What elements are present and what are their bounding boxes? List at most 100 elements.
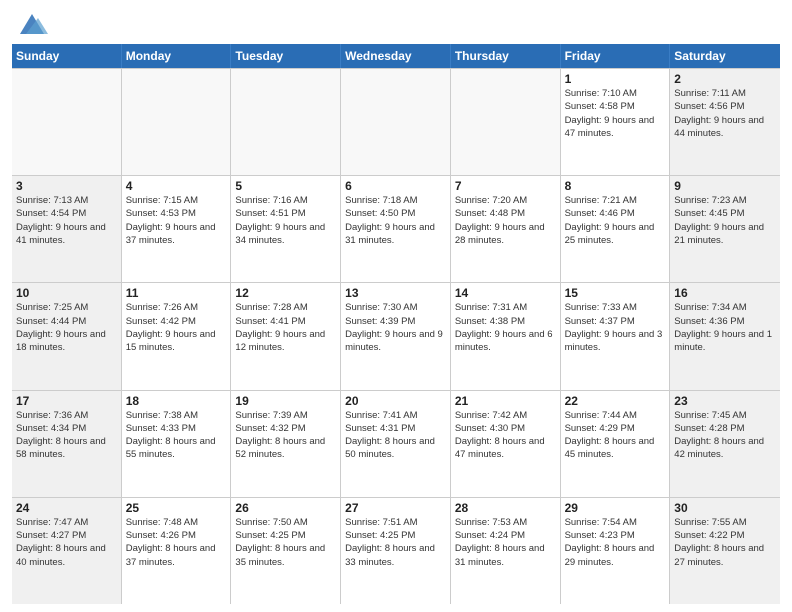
- logo-icon: [16, 10, 48, 38]
- day-cell-21: 21Sunrise: 7:42 AM Sunset: 4:30 PM Dayli…: [451, 391, 561, 497]
- weekday-header-tuesday: Tuesday: [231, 44, 341, 68]
- day-cell-28: 28Sunrise: 7:53 AM Sunset: 4:24 PM Dayli…: [451, 498, 561, 604]
- day-cell-13: 13Sunrise: 7:30 AM Sunset: 4:39 PM Dayli…: [341, 283, 451, 389]
- day-cell-17: 17Sunrise: 7:36 AM Sunset: 4:34 PM Dayli…: [12, 391, 122, 497]
- day-info: Sunrise: 7:23 AM Sunset: 4:45 PM Dayligh…: [674, 194, 776, 247]
- day-info: Sunrise: 7:44 AM Sunset: 4:29 PM Dayligh…: [565, 409, 666, 462]
- day-number: 11: [126, 286, 227, 300]
- day-cell-27: 27Sunrise: 7:51 AM Sunset: 4:25 PM Dayli…: [341, 498, 451, 604]
- day-info: Sunrise: 7:26 AM Sunset: 4:42 PM Dayligh…: [126, 301, 227, 354]
- day-info: Sunrise: 7:50 AM Sunset: 4:25 PM Dayligh…: [235, 516, 336, 569]
- day-number: 30: [674, 501, 776, 515]
- weekday-header-wednesday: Wednesday: [341, 44, 451, 68]
- day-cell-11: 11Sunrise: 7:26 AM Sunset: 4:42 PM Dayli…: [122, 283, 232, 389]
- day-cell-18: 18Sunrise: 7:38 AM Sunset: 4:33 PM Dayli…: [122, 391, 232, 497]
- weekday-header-friday: Friday: [561, 44, 671, 68]
- day-info: Sunrise: 7:28 AM Sunset: 4:41 PM Dayligh…: [235, 301, 336, 354]
- day-cell-24: 24Sunrise: 7:47 AM Sunset: 4:27 PM Dayli…: [12, 498, 122, 604]
- day-number: 9: [674, 179, 776, 193]
- week-row-3: 10Sunrise: 7:25 AM Sunset: 4:44 PM Dayli…: [12, 282, 780, 389]
- day-info: Sunrise: 7:38 AM Sunset: 4:33 PM Dayligh…: [126, 409, 227, 462]
- week-row-4: 17Sunrise: 7:36 AM Sunset: 4:34 PM Dayli…: [12, 390, 780, 497]
- calendar-body: 1Sunrise: 7:10 AM Sunset: 4:58 PM Daylig…: [12, 68, 780, 604]
- day-info: Sunrise: 7:48 AM Sunset: 4:26 PM Dayligh…: [126, 516, 227, 569]
- day-info: Sunrise: 7:20 AM Sunset: 4:48 PM Dayligh…: [455, 194, 556, 247]
- week-row-2: 3Sunrise: 7:13 AM Sunset: 4:54 PM Daylig…: [12, 175, 780, 282]
- day-info: Sunrise: 7:33 AM Sunset: 4:37 PM Dayligh…: [565, 301, 666, 354]
- day-info: Sunrise: 7:41 AM Sunset: 4:31 PM Dayligh…: [345, 409, 446, 462]
- empty-cell: [451, 69, 561, 175]
- day-cell-8: 8Sunrise: 7:21 AM Sunset: 4:46 PM Daylig…: [561, 176, 671, 282]
- weekday-header-thursday: Thursday: [451, 44, 561, 68]
- empty-cell: [122, 69, 232, 175]
- day-cell-22: 22Sunrise: 7:44 AM Sunset: 4:29 PM Dayli…: [561, 391, 671, 497]
- day-number: 12: [235, 286, 336, 300]
- day-cell-10: 10Sunrise: 7:25 AM Sunset: 4:44 PM Dayli…: [12, 283, 122, 389]
- day-info: Sunrise: 7:25 AM Sunset: 4:44 PM Dayligh…: [16, 301, 117, 354]
- day-number: 28: [455, 501, 556, 515]
- day-number: 17: [16, 394, 117, 408]
- day-cell-9: 9Sunrise: 7:23 AM Sunset: 4:45 PM Daylig…: [670, 176, 780, 282]
- day-cell-15: 15Sunrise: 7:33 AM Sunset: 4:37 PM Dayli…: [561, 283, 671, 389]
- day-number: 16: [674, 286, 776, 300]
- day-number: 29: [565, 501, 666, 515]
- empty-cell: [231, 69, 341, 175]
- day-number: 27: [345, 501, 446, 515]
- day-info: Sunrise: 7:11 AM Sunset: 4:56 PM Dayligh…: [674, 87, 776, 140]
- calendar-header: SundayMondayTuesdayWednesdayThursdayFrid…: [12, 44, 780, 68]
- day-cell-19: 19Sunrise: 7:39 AM Sunset: 4:32 PM Dayli…: [231, 391, 341, 497]
- calendar: SundayMondayTuesdayWednesdayThursdayFrid…: [12, 44, 780, 604]
- day-info: Sunrise: 7:39 AM Sunset: 4:32 PM Dayligh…: [235, 409, 336, 462]
- day-number: 23: [674, 394, 776, 408]
- day-number: 15: [565, 286, 666, 300]
- day-info: Sunrise: 7:42 AM Sunset: 4:30 PM Dayligh…: [455, 409, 556, 462]
- day-cell-30: 30Sunrise: 7:55 AM Sunset: 4:22 PM Dayli…: [670, 498, 780, 604]
- day-info: Sunrise: 7:47 AM Sunset: 4:27 PM Dayligh…: [16, 516, 117, 569]
- day-cell-5: 5Sunrise: 7:16 AM Sunset: 4:51 PM Daylig…: [231, 176, 341, 282]
- day-cell-29: 29Sunrise: 7:54 AM Sunset: 4:23 PM Dayli…: [561, 498, 671, 604]
- day-cell-26: 26Sunrise: 7:50 AM Sunset: 4:25 PM Dayli…: [231, 498, 341, 604]
- day-number: 19: [235, 394, 336, 408]
- day-number: 3: [16, 179, 117, 193]
- day-info: Sunrise: 7:36 AM Sunset: 4:34 PM Dayligh…: [16, 409, 117, 462]
- day-number: 20: [345, 394, 446, 408]
- week-row-5: 24Sunrise: 7:47 AM Sunset: 4:27 PM Dayli…: [12, 497, 780, 604]
- day-number: 1: [565, 72, 666, 86]
- day-cell-25: 25Sunrise: 7:48 AM Sunset: 4:26 PM Dayli…: [122, 498, 232, 604]
- day-number: 10: [16, 286, 117, 300]
- day-cell-7: 7Sunrise: 7:20 AM Sunset: 4:48 PM Daylig…: [451, 176, 561, 282]
- day-cell-6: 6Sunrise: 7:18 AM Sunset: 4:50 PM Daylig…: [341, 176, 451, 282]
- day-info: Sunrise: 7:45 AM Sunset: 4:28 PM Dayligh…: [674, 409, 776, 462]
- day-number: 4: [126, 179, 227, 193]
- day-number: 14: [455, 286, 556, 300]
- day-info: Sunrise: 7:30 AM Sunset: 4:39 PM Dayligh…: [345, 301, 446, 354]
- weekday-header-sunday: Sunday: [12, 44, 122, 68]
- day-number: 21: [455, 394, 556, 408]
- day-info: Sunrise: 7:16 AM Sunset: 4:51 PM Dayligh…: [235, 194, 336, 247]
- day-info: Sunrise: 7:53 AM Sunset: 4:24 PM Dayligh…: [455, 516, 556, 569]
- day-cell-20: 20Sunrise: 7:41 AM Sunset: 4:31 PM Dayli…: [341, 391, 451, 497]
- empty-cell: [341, 69, 451, 175]
- day-info: Sunrise: 7:15 AM Sunset: 4:53 PM Dayligh…: [126, 194, 227, 247]
- day-info: Sunrise: 7:10 AM Sunset: 4:58 PM Dayligh…: [565, 87, 666, 140]
- empty-cell: [12, 69, 122, 175]
- day-number: 8: [565, 179, 666, 193]
- day-number: 7: [455, 179, 556, 193]
- day-info: Sunrise: 7:18 AM Sunset: 4:50 PM Dayligh…: [345, 194, 446, 247]
- day-cell-12: 12Sunrise: 7:28 AM Sunset: 4:41 PM Dayli…: [231, 283, 341, 389]
- day-cell-2: 2Sunrise: 7:11 AM Sunset: 4:56 PM Daylig…: [670, 69, 780, 175]
- week-row-1: 1Sunrise: 7:10 AM Sunset: 4:58 PM Daylig…: [12, 68, 780, 175]
- day-info: Sunrise: 7:55 AM Sunset: 4:22 PM Dayligh…: [674, 516, 776, 569]
- page: SundayMondayTuesdayWednesdayThursdayFrid…: [0, 0, 792, 612]
- day-cell-1: 1Sunrise: 7:10 AM Sunset: 4:58 PM Daylig…: [561, 69, 671, 175]
- day-cell-23: 23Sunrise: 7:45 AM Sunset: 4:28 PM Dayli…: [670, 391, 780, 497]
- day-info: Sunrise: 7:34 AM Sunset: 4:36 PM Dayligh…: [674, 301, 776, 354]
- day-info: Sunrise: 7:21 AM Sunset: 4:46 PM Dayligh…: [565, 194, 666, 247]
- day-cell-16: 16Sunrise: 7:34 AM Sunset: 4:36 PM Dayli…: [670, 283, 780, 389]
- weekday-header-saturday: Saturday: [670, 44, 780, 68]
- day-number: 25: [126, 501, 227, 515]
- day-cell-14: 14Sunrise: 7:31 AM Sunset: 4:38 PM Dayli…: [451, 283, 561, 389]
- logo: [12, 10, 48, 38]
- day-number: 2: [674, 72, 776, 86]
- day-number: 18: [126, 394, 227, 408]
